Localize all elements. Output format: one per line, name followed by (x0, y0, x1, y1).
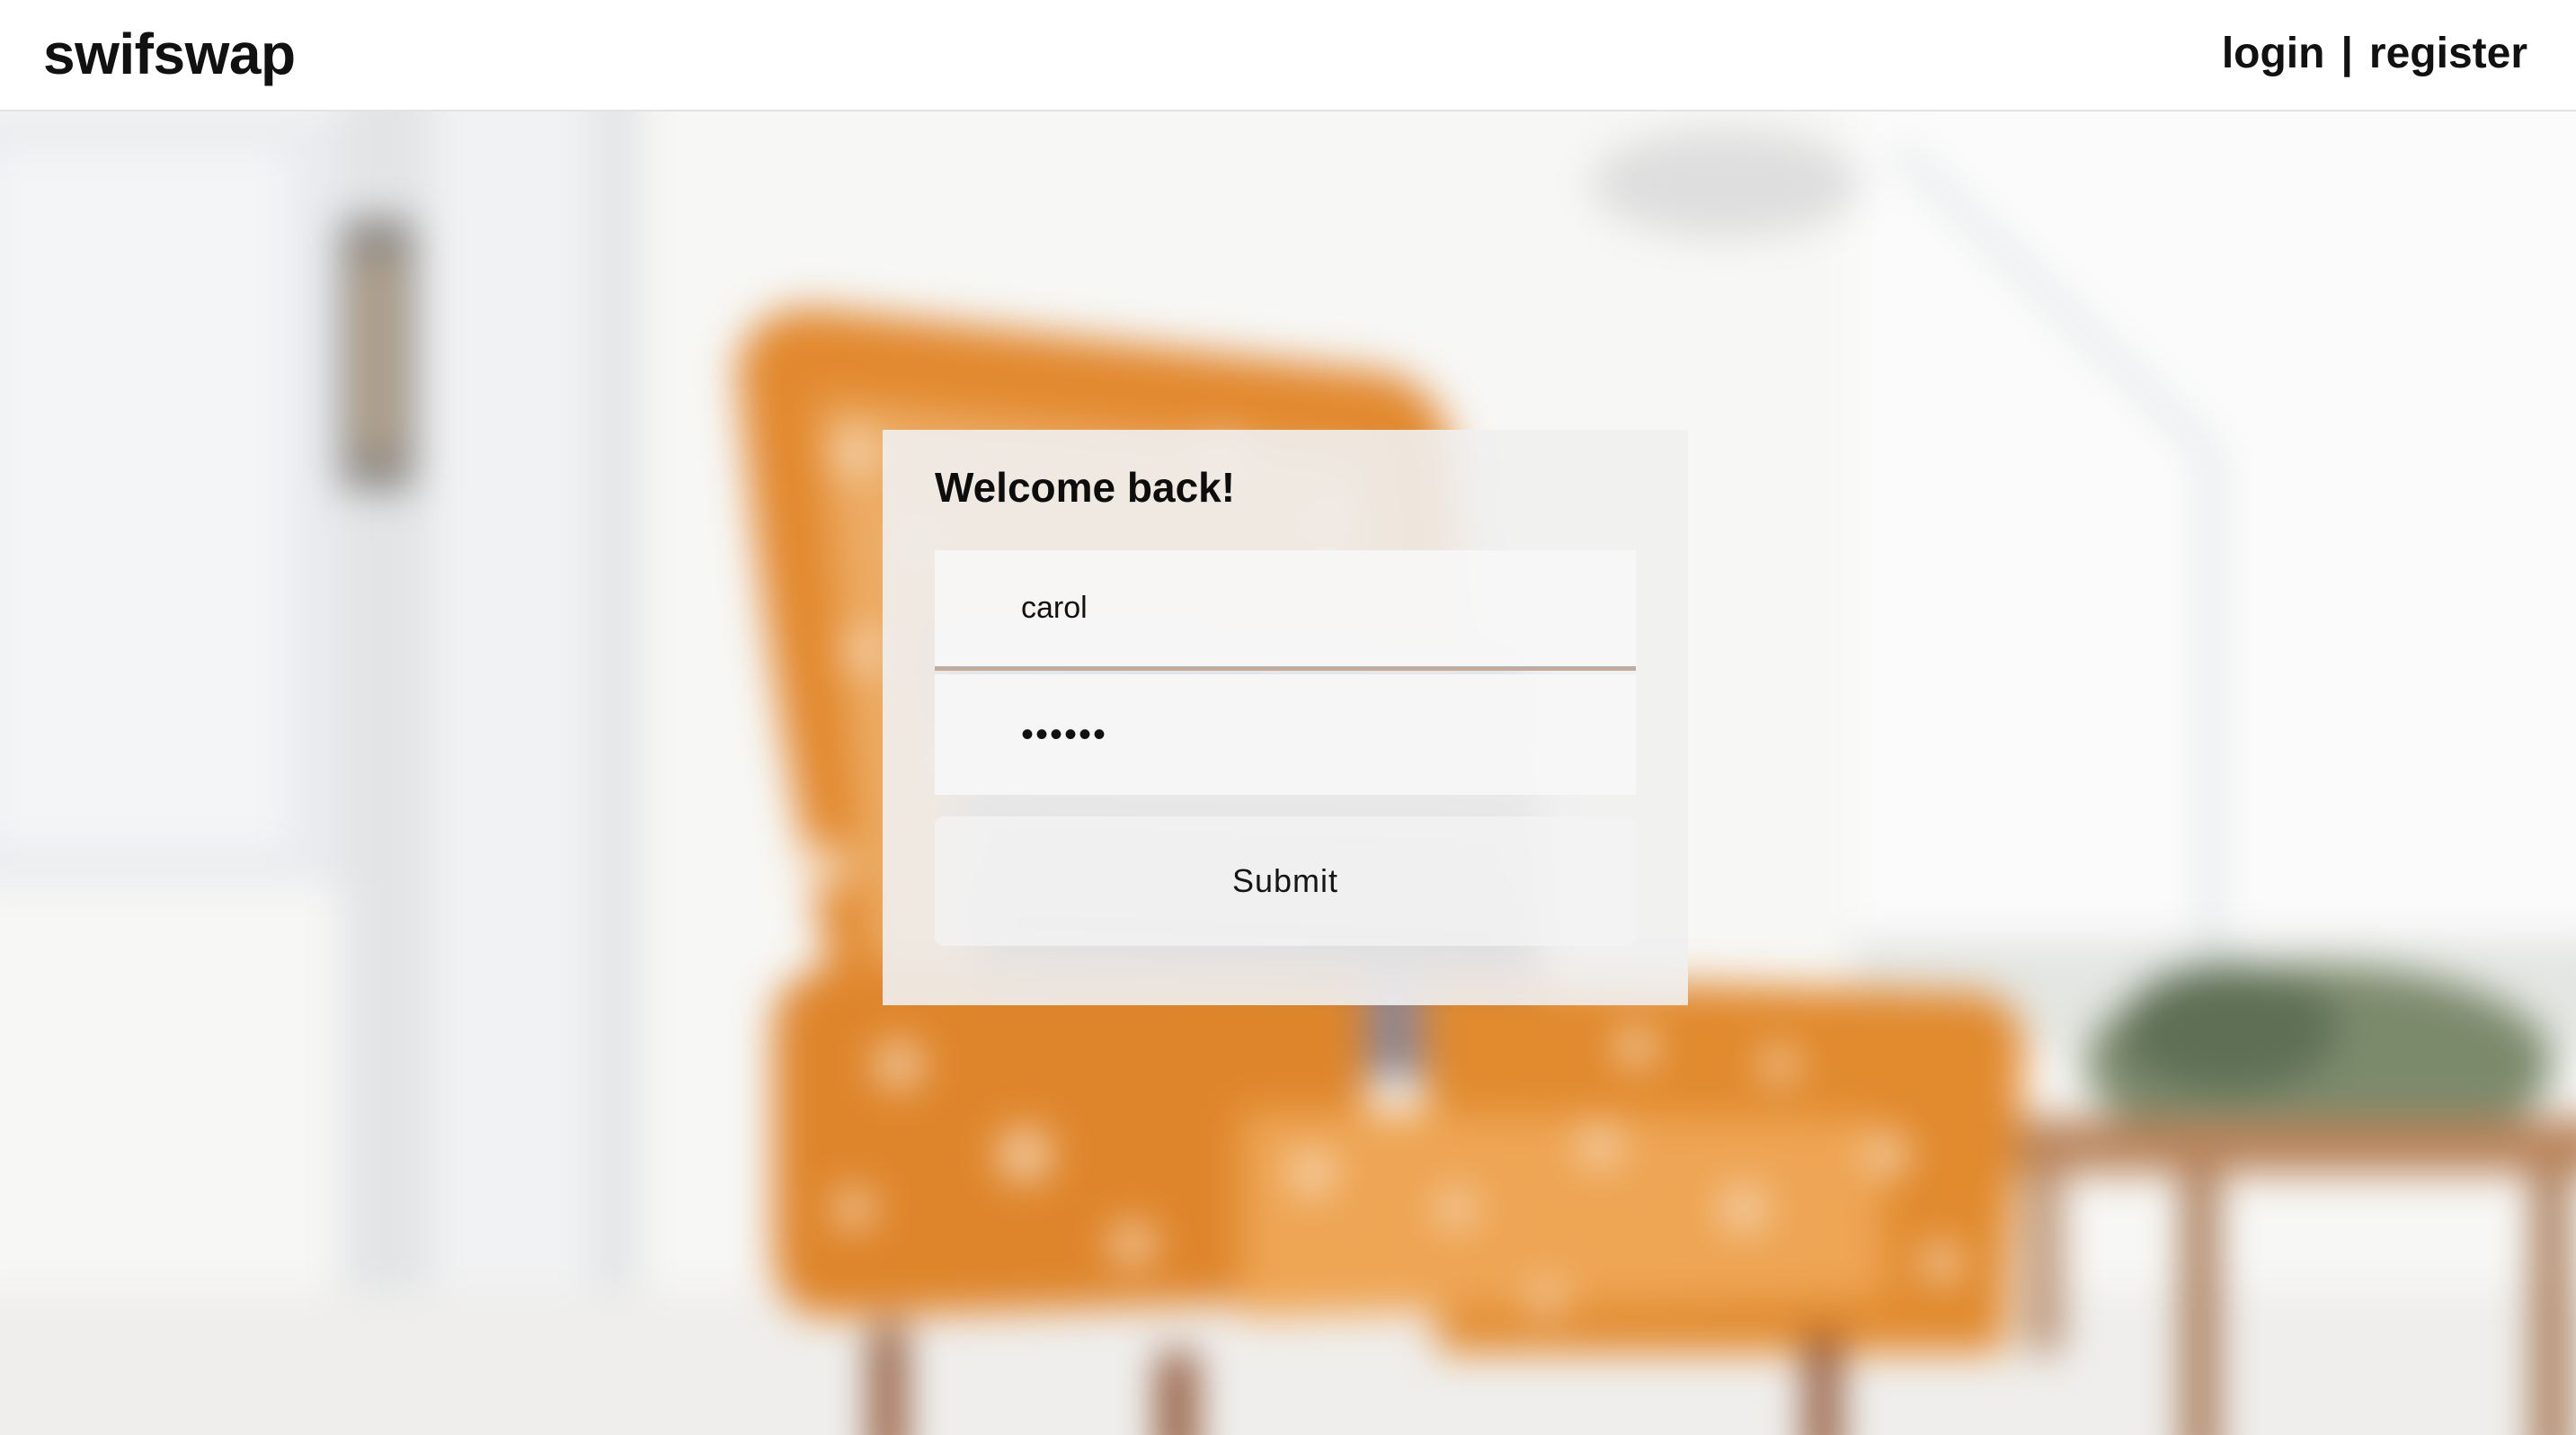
username-input[interactable] (935, 550, 1636, 671)
login-link[interactable]: login (2222, 30, 2325, 77)
login-heading: Welcome back! (935, 464, 1236, 511)
top-navbar: swifswap login | register (0, 0, 2576, 111)
submit-button[interactable]: Submit (935, 816, 1636, 946)
nav-separator: | (2341, 30, 2353, 77)
register-link[interactable]: register (2369, 30, 2527, 77)
auth-nav: login | register (2222, 22, 2527, 86)
login-card: Welcome back! Submit (883, 430, 1688, 1005)
password-input[interactable] (935, 674, 1636, 795)
brand-logo[interactable]: swifswap (43, 18, 296, 90)
